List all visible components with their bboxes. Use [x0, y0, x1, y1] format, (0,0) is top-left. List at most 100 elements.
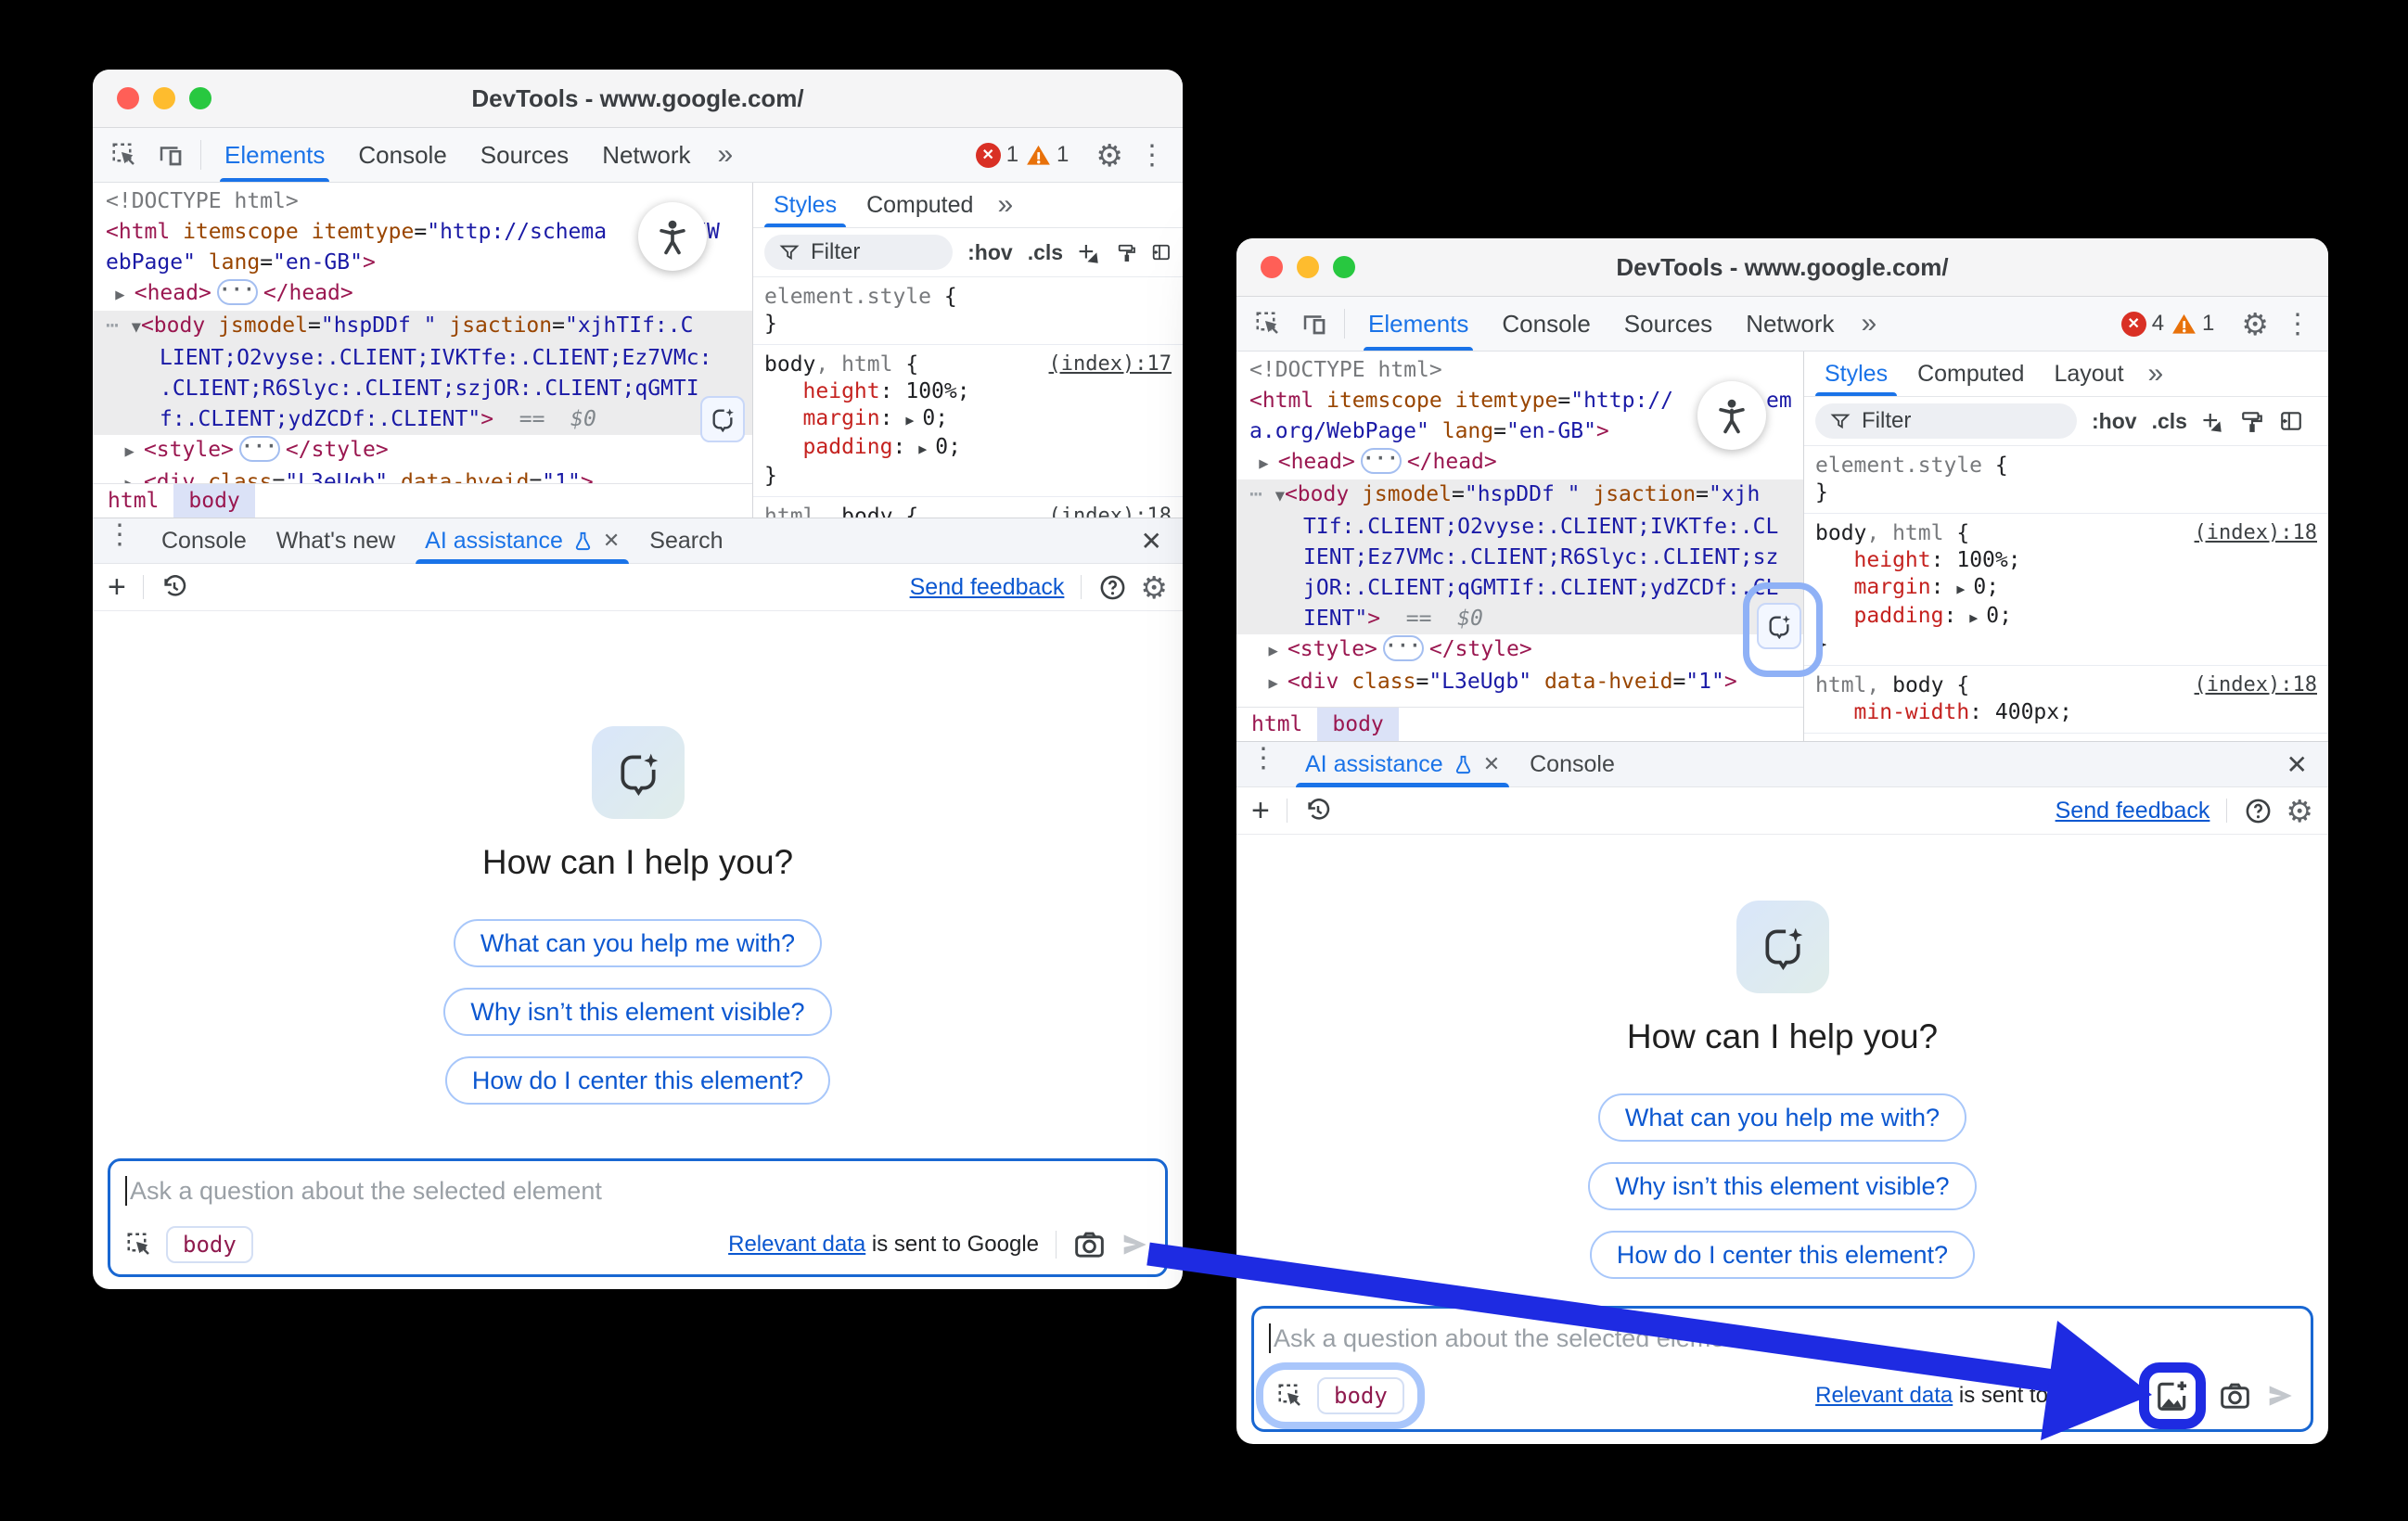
drawer-tab-whats-new[interactable]: What's new: [262, 518, 410, 563]
drawer-tab-search[interactable]: Search: [634, 518, 737, 563]
camera-icon[interactable]: [1073, 1229, 1106, 1261]
settings-gear-icon[interactable]: ⚙: [1095, 140, 1123, 171]
filter-input[interactable]: Filter: [1815, 403, 2077, 439]
style-rule-body-html[interactable]: (index):18 body, html { height: 100%; ma…: [1804, 514, 2328, 666]
ai-prompt-box[interactable]: Ask a question about the selected elemen…: [108, 1158, 1168, 1277]
breadcrumb-html[interactable]: html: [93, 484, 173, 518]
close-drawer-icon[interactable]: ✕: [2277, 742, 2317, 786]
suggestion-why-not-visible[interactable]: Why isn’t this element visible?: [1588, 1162, 1976, 1210]
context-chip-body[interactable]: body: [166, 1226, 253, 1263]
new-style-rule-icon[interactable]: +: [2202, 405, 2226, 437]
tab-layout[interactable]: Layout: [2039, 351, 2138, 396]
tab-styles[interactable]: Styles: [759, 183, 852, 227]
stylesheet-link[interactable]: (index):18: [1049, 505, 1172, 518]
toggle-hover-state[interactable]: :hov: [967, 240, 1013, 265]
new-style-rule-icon[interactable]: +: [1078, 236, 1102, 268]
relevant-data-link[interactable]: Relevant data: [1815, 1383, 1953, 1408]
ai-prompt-box[interactable]: Ask a question about the selected elemen…: [1251, 1306, 2313, 1432]
tab-computed[interactable]: Computed: [1902, 351, 2039, 396]
tab-sources[interactable]: Sources: [465, 128, 584, 182]
suggestion-what-can-you-help[interactable]: What can you help me with?: [1598, 1093, 1966, 1142]
history-icon[interactable]: [1304, 797, 1332, 824]
device-toolbar-icon[interactable]: [148, 128, 193, 182]
more-tabs-icon[interactable]: »: [1852, 297, 1887, 351]
filter-input[interactable]: Filter: [764, 235, 953, 270]
suggestion-why-not-visible[interactable]: Why isn’t this element visible?: [443, 988, 831, 1036]
stylesheet-link[interactable]: (index):18: [2195, 673, 2317, 697]
inspect-element-icon[interactable]: [102, 128, 147, 182]
toggle-class-editor[interactable]: .cls: [1028, 240, 1063, 265]
close-drawer-icon[interactable]: ✕: [1132, 518, 1172, 563]
toggle-hover-state[interactable]: :hov: [2092, 409, 2137, 434]
close-tab-icon[interactable]: ✕: [1483, 752, 1500, 776]
warning-badge[interactable]: 1: [1026, 142, 1069, 168]
suggestion-how-center[interactable]: How do I center this element?: [445, 1056, 830, 1105]
send-icon[interactable]: [2264, 1380, 2296, 1412]
device-toolbar-icon[interactable]: [1292, 297, 1337, 351]
tab-elements[interactable]: Elements: [209, 128, 340, 182]
add-image-icon[interactable]: [2155, 1378, 2190, 1413]
send-feedback-link[interactable]: Send feedback: [910, 574, 1065, 601]
error-badge[interactable]: ✕4: [2121, 311, 2164, 337]
style-rule-element[interactable]: element.style {}: [1804, 446, 2328, 514]
drawer-kebab-icon[interactable]: ⋮: [1248, 742, 1290, 786]
more-tabs-icon[interactable]: »: [2139, 351, 2173, 396]
kebab-menu-icon[interactable]: ⋮: [1131, 139, 1173, 172]
breadcrumb-body[interactable]: body: [1317, 708, 1398, 741]
minimize-window-button[interactable]: [153, 87, 175, 109]
kebab-menu-icon[interactable]: ⋮: [2276, 308, 2319, 340]
zoom-window-button[interactable]: [189, 87, 211, 109]
more-tabs-icon[interactable]: »: [988, 183, 1022, 227]
drawer-tab-ai-assistance[interactable]: AI assistance ✕: [410, 518, 634, 563]
stylesheet-link[interactable]: (index):17: [1049, 352, 1172, 376]
close-window-button[interactable]: [1261, 256, 1283, 278]
new-chat-icon[interactable]: +: [108, 569, 126, 606]
drawer-kebab-icon[interactable]: ⋮: [104, 518, 147, 563]
toggle-class-editor[interactable]: .cls: [2152, 409, 2187, 434]
breadcrumb-body[interactable]: body: [173, 484, 254, 518]
tab-network[interactable]: Network: [1730, 297, 1850, 351]
close-window-button[interactable]: [117, 87, 139, 109]
style-rule-body-html[interactable]: (index):17 body, html { height: 100%; ma…: [753, 345, 1183, 497]
suggestion-how-center[interactable]: How do I center this element?: [1590, 1231, 1975, 1279]
paint-roller-icon[interactable]: [2240, 409, 2264, 433]
inspect-element-icon[interactable]: [1246, 297, 1290, 351]
ask-ai-button[interactable]: [1757, 603, 1801, 649]
style-rule-clipped[interactable]: (index):18 html, body {: [753, 497, 1183, 518]
tab-sources[interactable]: Sources: [1608, 297, 1728, 351]
warning-badge[interactable]: 1: [2171, 311, 2214, 337]
style-rule-html-body[interactable]: (index):18 html, body { min-width: 400px…: [1804, 666, 2328, 734]
style-rule-element[interactable]: element.style {}: [753, 277, 1183, 345]
panel-toggle-icon[interactable]: [2279, 409, 2303, 433]
tab-computed[interactable]: Computed: [852, 183, 988, 227]
relevant-data-link[interactable]: Relevant data: [728, 1232, 865, 1257]
minimize-window-button[interactable]: [1297, 256, 1319, 278]
paint-roller-icon[interactable]: [1117, 240, 1137, 264]
ai-settings-gear-icon[interactable]: ⚙: [1140, 572, 1168, 603]
drawer-tab-console[interactable]: Console: [1515, 742, 1630, 786]
tab-styles[interactable]: Styles: [1810, 351, 1902, 396]
tab-network[interactable]: Network: [586, 128, 706, 182]
stylesheet-link[interactable]: (index):18: [2195, 521, 2317, 544]
tab-console[interactable]: Console: [1486, 297, 1606, 351]
tab-console[interactable]: Console: [342, 128, 462, 182]
suggestion-what-can-you-help[interactable]: What can you help me with?: [454, 919, 822, 967]
ai-settings-gear-icon[interactable]: ⚙: [2286, 796, 2313, 826]
zoom-window-button[interactable]: [1333, 256, 1355, 278]
help-icon[interactable]: [1098, 573, 1127, 602]
drawer-tab-ai-assistance[interactable]: AI assistance ✕: [1290, 742, 1515, 786]
tab-elements[interactable]: Elements: [1352, 297, 1484, 351]
send-icon[interactable]: [1119, 1229, 1150, 1260]
drawer-tab-console[interactable]: Console: [147, 518, 262, 563]
new-chat-icon[interactable]: +: [1251, 793, 1270, 829]
help-icon[interactable]: [2244, 797, 2273, 825]
select-element-icon[interactable]: [1276, 1382, 1304, 1410]
more-tabs-icon[interactable]: »: [709, 128, 743, 182]
panel-toggle-icon[interactable]: [1151, 240, 1172, 264]
context-chip-body[interactable]: body: [1317, 1377, 1404, 1414]
breadcrumb-html[interactable]: html: [1236, 708, 1317, 741]
close-tab-icon[interactable]: ✕: [603, 529, 620, 553]
error-badge[interactable]: ✕1: [976, 142, 1018, 168]
send-feedback-link[interactable]: Send feedback: [2056, 798, 2210, 824]
ask-ai-button[interactable]: [700, 396, 745, 442]
